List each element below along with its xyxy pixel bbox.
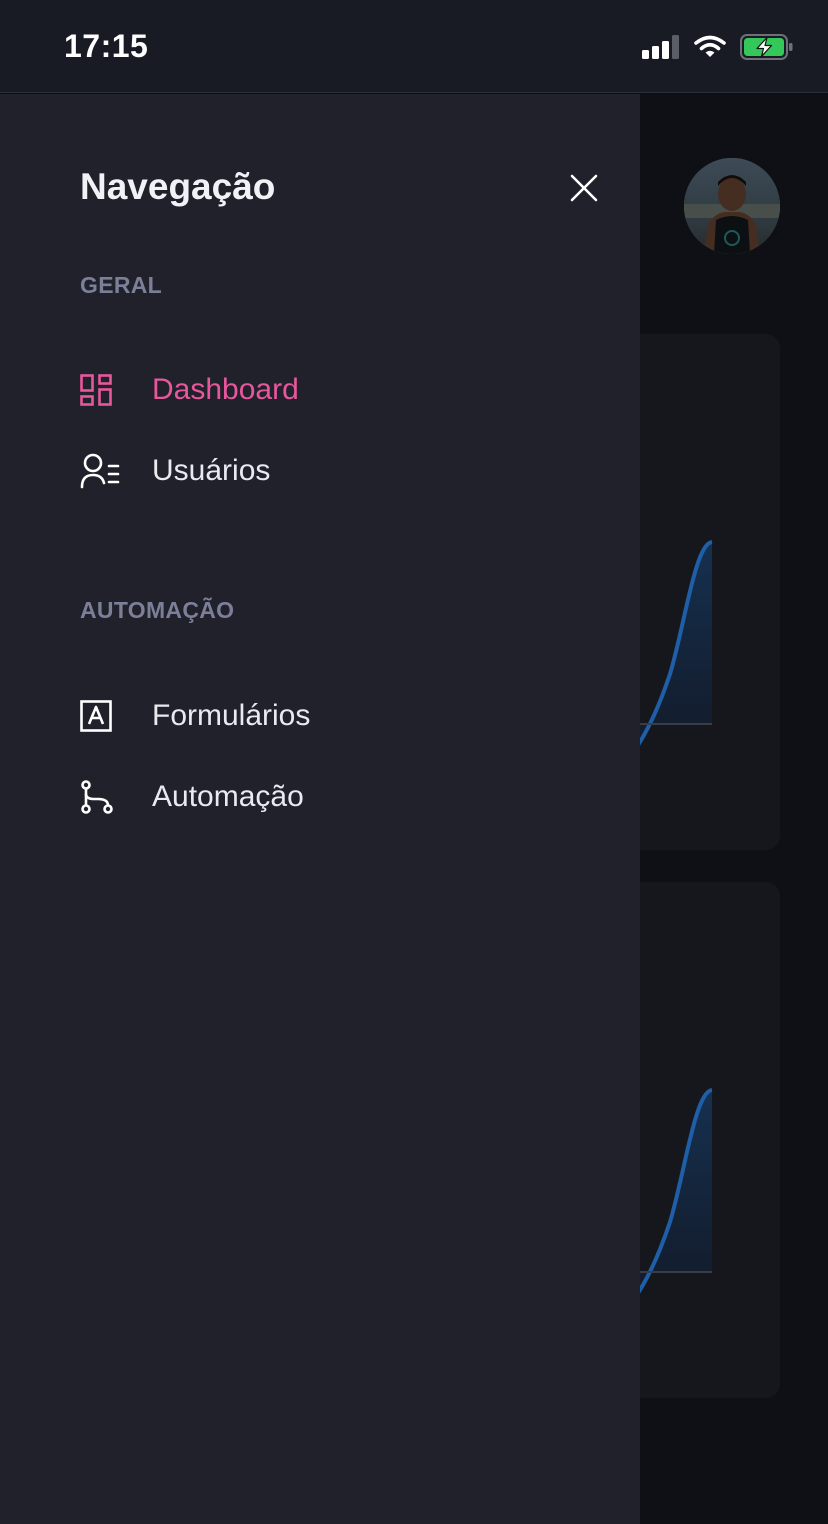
app-screen: 17:15 Navegação GERAL Dashboard Usuários… xyxy=(0,0,828,1524)
signal-icon xyxy=(642,35,680,64)
nav-label-dashboard: Dashboard xyxy=(152,373,299,406)
battery-charging-icon xyxy=(740,34,794,65)
drawer-title: Navegação xyxy=(80,166,276,207)
nav-label-formularios: Formulários xyxy=(152,699,311,732)
section-label-geral: GERAL xyxy=(80,272,162,298)
nav-item-usuarios[interactable]: Usuários xyxy=(80,447,270,495)
section-label-automacao: AUTOMAÇÃO xyxy=(80,597,235,623)
users-list-icon xyxy=(80,451,120,491)
nav-item-automacao[interactable]: Automação xyxy=(80,773,304,821)
avatar[interactable] xyxy=(684,158,780,254)
wifi-icon xyxy=(694,35,726,64)
nav-label-automacao: Automação xyxy=(152,780,304,813)
nav-item-formularios[interactable]: Formulários xyxy=(80,692,310,740)
close-icon xyxy=(570,174,598,207)
nav-label-usuarios: Usuários xyxy=(152,454,271,487)
status-time: 17:15 xyxy=(64,28,149,64)
navigation-drawer: Navegação GERAL Dashboard Usuários AUTOM… xyxy=(0,94,640,1524)
close-button[interactable] xyxy=(562,168,606,212)
form-letter-icon xyxy=(80,696,120,736)
branch-flow-icon xyxy=(80,777,120,817)
status-icons xyxy=(642,34,794,65)
dashboard-grid-icon xyxy=(80,370,120,410)
status-bar: 17:15 xyxy=(0,0,828,93)
nav-item-dashboard[interactable]: Dashboard xyxy=(80,366,299,414)
